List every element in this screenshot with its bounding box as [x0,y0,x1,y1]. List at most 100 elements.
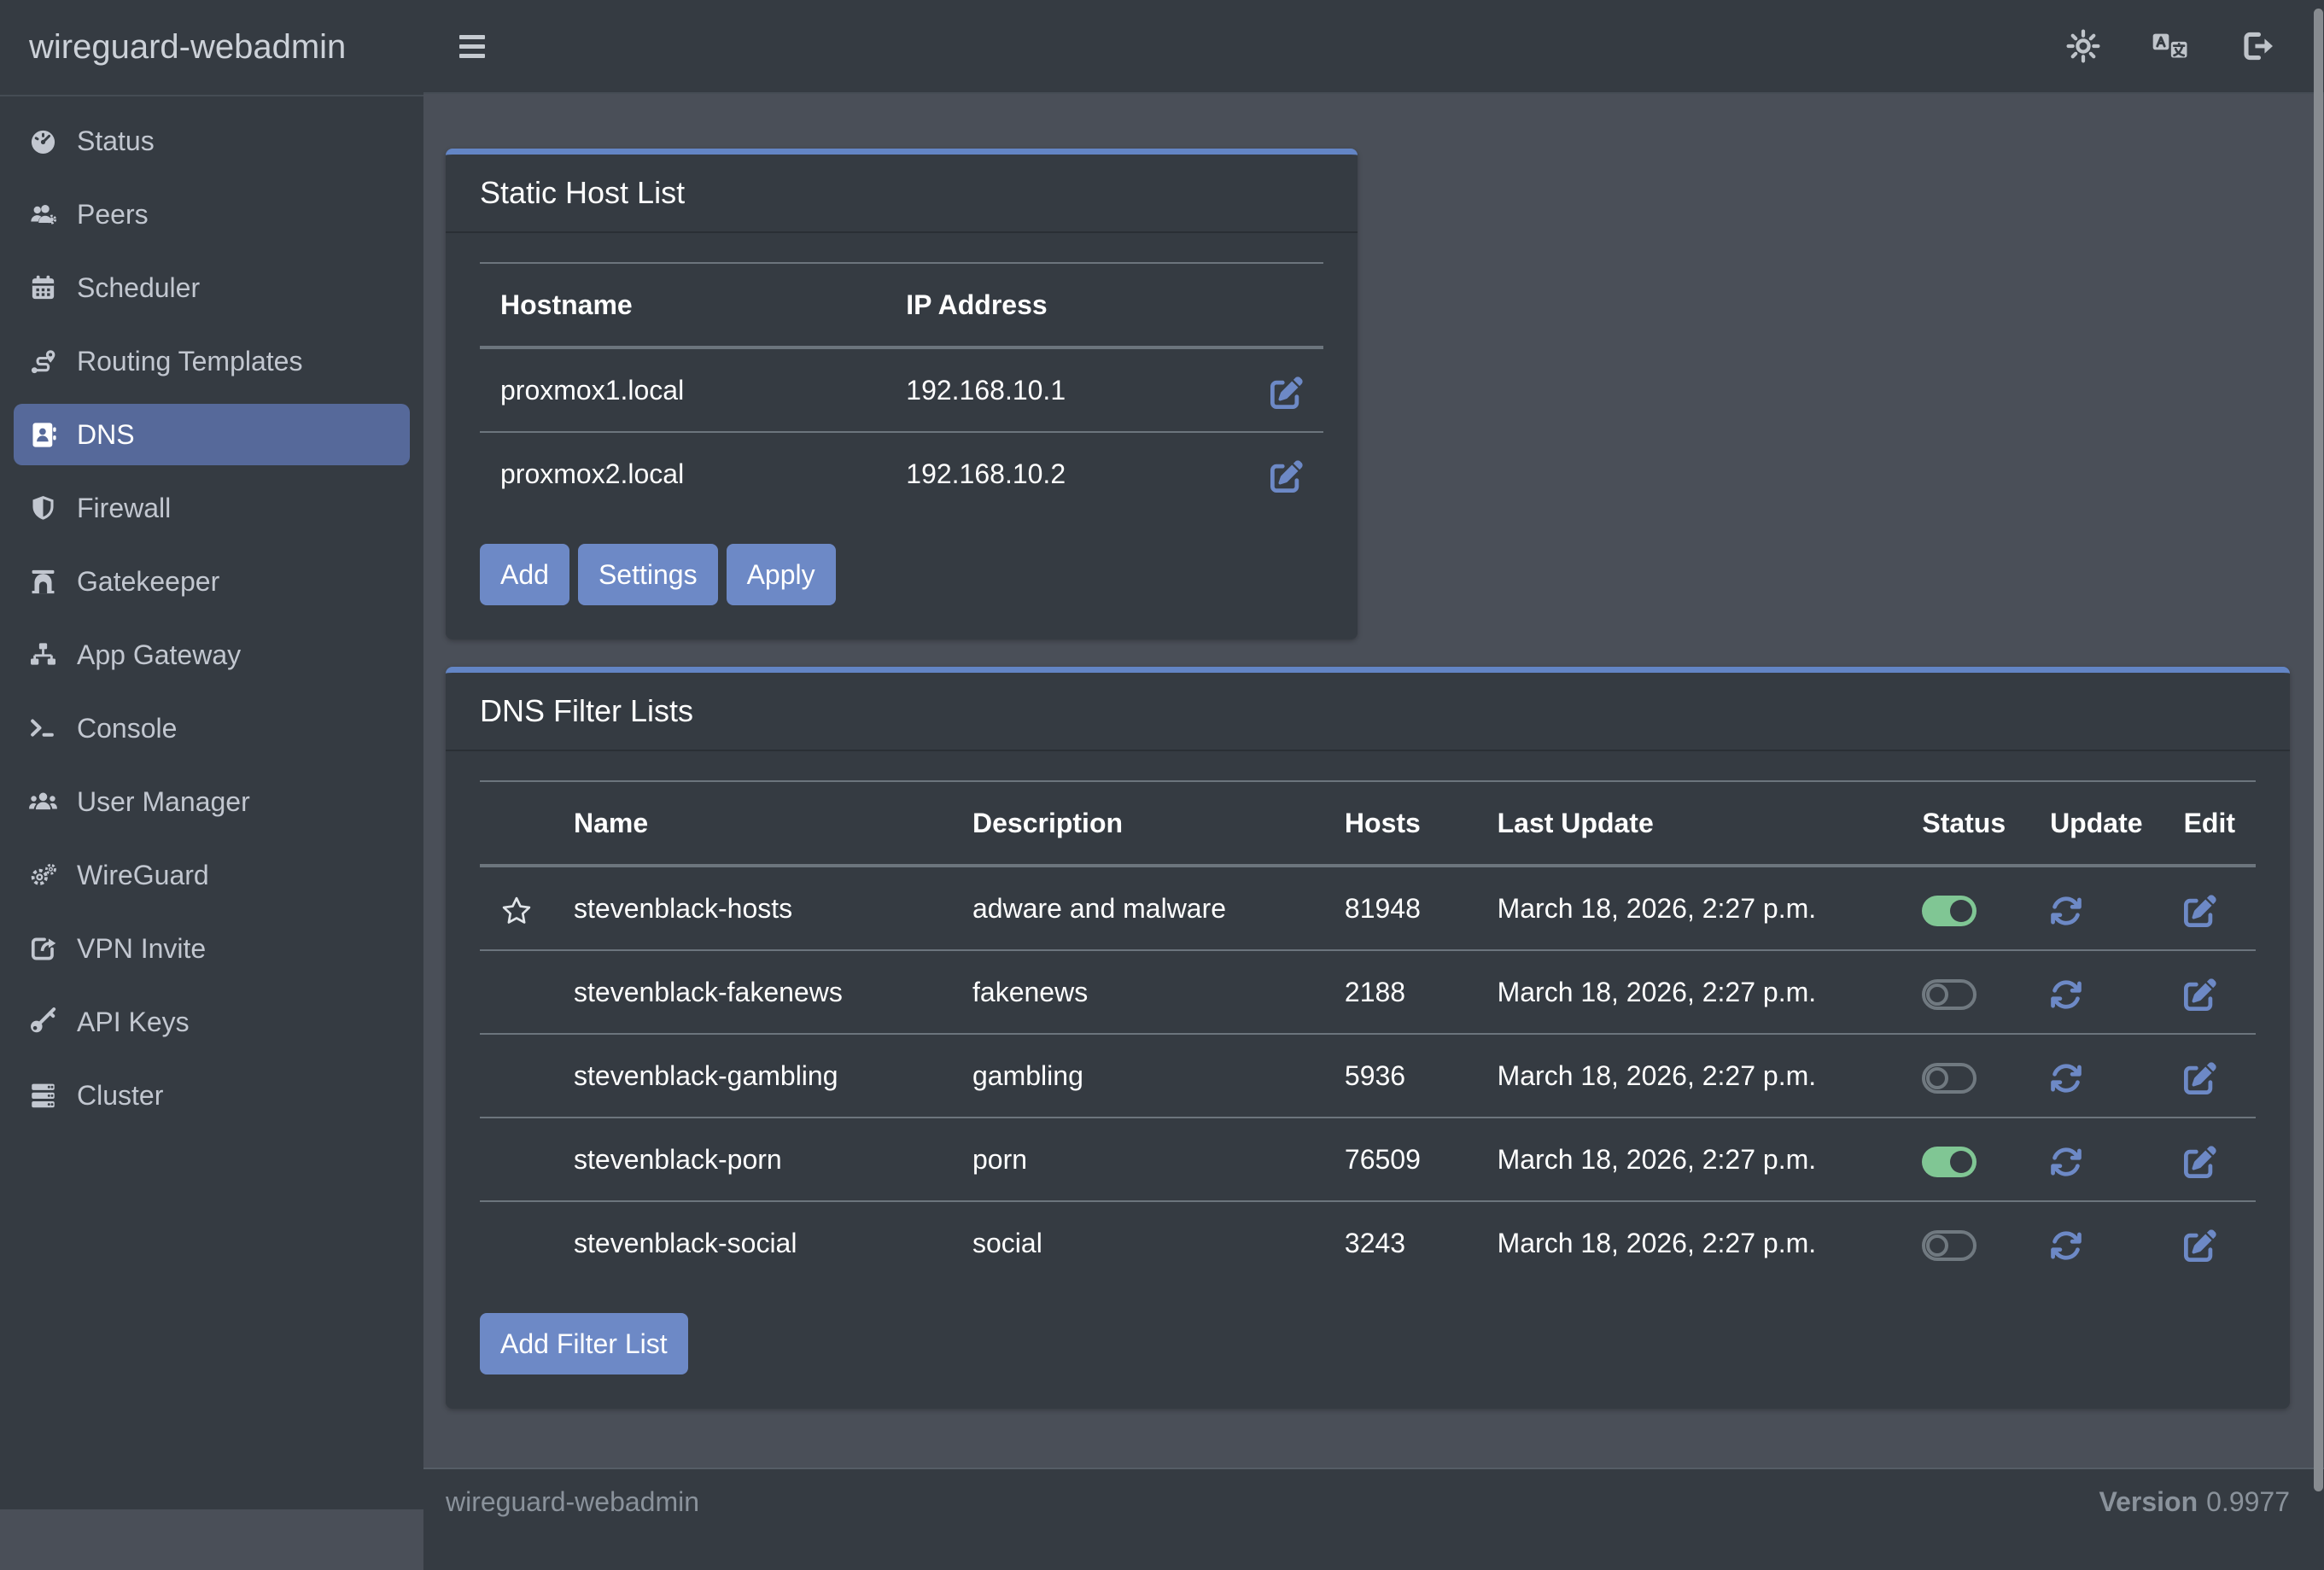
edit-icon[interactable] [2184,895,2216,927]
settings-button[interactable]: Settings [578,544,718,605]
add-button[interactable]: Add [480,544,569,605]
sidebar-item-label: WireGuard [77,860,209,891]
sidebar-item-api-keys[interactable]: API Keys [14,991,410,1053]
description-cell: gambling [952,1034,1324,1118]
share-square-icon [27,933,77,965]
dns-filter-lists-card: DNS Filter Lists Name Description Hosts … [446,667,2290,1409]
static-host-list-card: Static Host List Hostname IP Address pro… [446,149,1358,639]
sidebar-item-label: App Gateway [77,639,241,671]
users-icon [27,786,77,818]
content: Static Host List Hostname IP Address pro… [423,94,2324,1409]
scrollbar[interactable] [2314,9,2323,1491]
edit-icon[interactable] [1270,460,1303,493]
theme-sun-icon[interactable] [2064,27,2102,65]
description-cell: fakenews [952,950,1324,1034]
card-title: Static Host List [446,155,1358,233]
hosts-cell: 81948 [1324,866,1477,950]
status-toggle[interactable] [1922,1147,1977,1177]
column-header-description: Description [952,781,1324,866]
calendar-icon [27,272,77,304]
version-value: 0.9977 [2206,1486,2290,1517]
sidebar-item-status[interactable]: Status [14,110,410,172]
sidebar-item-wireguard[interactable]: WireGuard [14,844,410,906]
refresh-icon[interactable] [2050,1062,2082,1094]
refresh-icon[interactable] [2050,978,2082,1011]
last-update-cell: March 18, 2026, 2:27 p.m. [1477,1201,1902,1284]
status-toggle[interactable] [1922,1063,1977,1094]
sidebar-item-label: Routing Templates [77,346,302,377]
name-cell: stevenblack-porn [553,1118,952,1201]
last-update-cell: March 18, 2026, 2:27 p.m. [1477,1034,1902,1118]
sidebar-item-dns[interactable]: DNS [14,404,410,465]
sidebar-item-scheduler[interactable]: Scheduler [14,257,410,318]
table-row: proxmox1.local 192.168.10.1 [480,347,1323,432]
edit-icon[interactable] [2184,1062,2216,1094]
column-header-ip: IP Address [885,263,1250,347]
route-icon [27,346,77,377]
status-toggle[interactable] [1922,1230,1977,1261]
shield-icon [27,493,77,524]
ip-cell: 192.168.10.2 [885,432,1250,515]
apply-button[interactable]: Apply [727,544,836,605]
footer-brand: wireguard-webadmin [446,1486,699,1570]
sidebar-item-gatekeeper[interactable]: Gatekeeper [14,551,410,612]
server-icon [27,1080,77,1112]
main-area: Static Host List Hostname IP Address pro… [423,0,2324,1509]
refresh-icon[interactable] [2050,895,2082,927]
edit-icon[interactable] [2184,978,2216,1011]
ip-cell: 192.168.10.1 [885,347,1250,432]
sidebar-nav: Status Peers Scheduler Routing Templates… [0,96,423,1152]
hosts-cell: 5936 [1324,1034,1477,1118]
table-row: stevenblack-social social 3243 March 18,… [480,1201,2256,1284]
status-toggle[interactable] [1922,979,1977,1010]
description-cell: adware and malware [952,866,1324,950]
table-row: stevenblack-porn porn 76509 March 18, 20… [480,1118,2256,1201]
hostname-cell: proxmox2.local [480,432,885,515]
sidebar-item-label: Status [77,125,155,157]
footer: wireguard-webadmin Version 0.9977 [423,1468,2324,1570]
sidebar-item-vpn-invite[interactable]: VPN Invite [14,918,410,979]
sidebar-item-firewall[interactable]: Firewall [14,477,410,539]
column-header-hosts: Hosts [1324,781,1477,866]
sidebar-item-console[interactable]: Console [14,697,410,759]
edit-icon[interactable] [1270,376,1303,409]
last-update-cell: March 18, 2026, 2:27 p.m. [1477,866,1902,950]
edit-icon[interactable] [2184,1146,2216,1178]
edit-icon[interactable] [2184,1229,2216,1262]
version-label: Version [2099,1486,2198,1517]
column-header-star [480,781,553,866]
sidebar-item-label: Scheduler [77,272,200,304]
sidebar-item-app-gateway[interactable]: App Gateway [14,624,410,686]
name-cell: stevenblack-gambling [553,1034,952,1118]
sign-out-icon[interactable] [2239,27,2276,65]
refresh-icon[interactable] [2050,1229,2082,1262]
name-cell: stevenblack-hosts [553,866,952,950]
archway-icon [27,566,77,598]
brand[interactable]: wireguard-webadmin [0,0,423,96]
sidebar-item-cluster[interactable]: Cluster [14,1065,410,1126]
sidebar-item-label: Peers [77,199,149,231]
topbar-actions [2064,27,2276,65]
sidebar-item-label: DNS [77,419,135,451]
column-header-last-update: Last Update [1477,781,1902,866]
sidebar-item-label: Cluster [77,1080,163,1112]
status-toggle[interactable] [1922,896,1977,926]
sitemap-icon [27,639,77,671]
sidebar-item-user-manager[interactable]: User Manager [14,771,410,832]
sidebar-item-routing-templates[interactable]: Routing Templates [14,330,410,392]
last-update-cell: March 18, 2026, 2:27 p.m. [1477,1118,1902,1201]
last-update-cell: March 18, 2026, 2:27 p.m. [1477,950,1902,1034]
sidebar-item-label: User Manager [77,786,250,818]
menu-toggle-button[interactable] [459,35,485,58]
add-filter-list-button[interactable]: Add Filter List [480,1313,688,1374]
hostname-cell: proxmox1.local [480,347,885,432]
sidebar-item-peers[interactable]: Peers [14,184,410,245]
column-header-edit: Edit [2163,781,2256,866]
table-row: stevenblack-hosts adware and malware 819… [480,866,2256,950]
refresh-icon[interactable] [2050,1146,2082,1178]
column-header-actions [1250,263,1323,347]
sidebar-item-label: Firewall [77,493,171,524]
language-icon[interactable] [2152,27,2189,65]
description-cell: porn [952,1118,1324,1201]
hosts-cell: 2188 [1324,950,1477,1034]
